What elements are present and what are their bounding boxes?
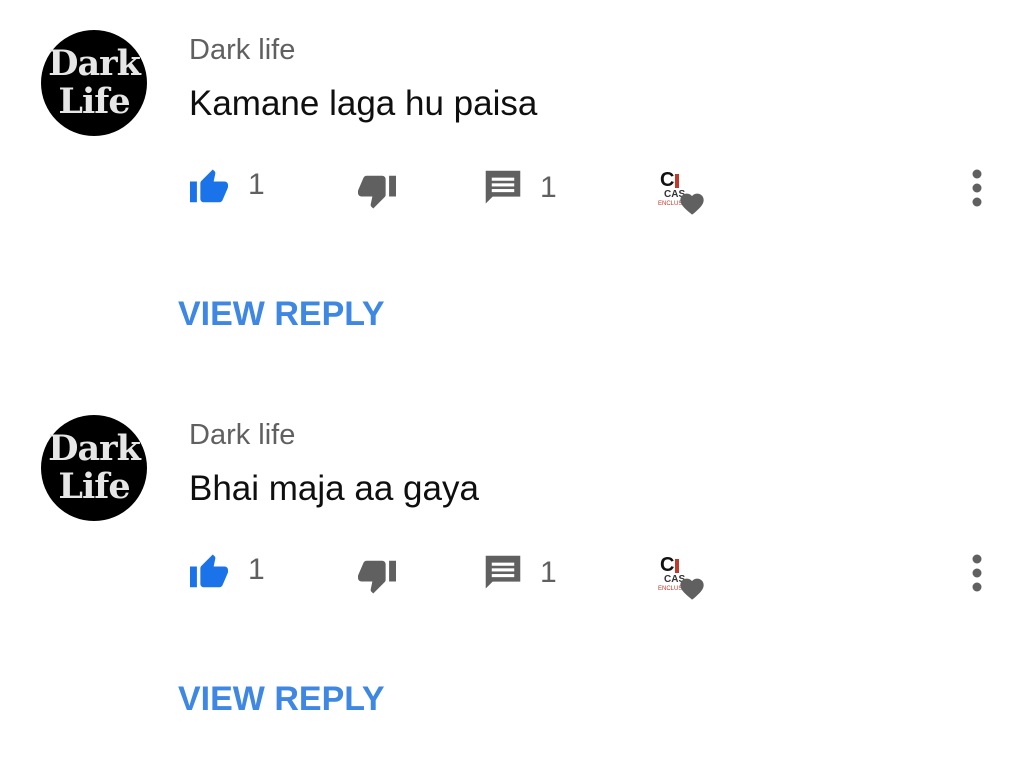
comment-author[interactable]: Dark life [189, 419, 295, 452]
avatar-text-line2: Life [58, 81, 130, 122]
reply-count: 1 [540, 556, 557, 589]
like-button[interactable]: 1 [188, 551, 265, 589]
avatar[interactable]: Dark Life [41, 30, 147, 136]
creator-heart-badge: C CAS ENCLUSIN [656, 555, 708, 603]
comment-author[interactable]: Dark life [189, 34, 295, 67]
like-count: 1 [248, 553, 265, 586]
like-button[interactable]: 1 [188, 166, 265, 204]
reply-button[interactable]: 1 [484, 553, 557, 593]
creator-pin-icon [675, 174, 679, 188]
thumbs-down-icon [358, 175, 396, 209]
creator-heart-badge: C CAS ENCLUSIN [656, 170, 708, 218]
comment-icon [485, 555, 521, 589]
creator-heart-icon [680, 578, 704, 600]
more-vert-icon [972, 169, 982, 207]
avatar-text-line1: Dark [48, 428, 141, 469]
view-reply-button[interactable]: VIEW REPLY [178, 680, 385, 719]
dislike-button[interactable] [356, 174, 398, 212]
creator-badge-letter: C [660, 554, 675, 576]
avatar-text-line1: Dark [48, 43, 141, 84]
dislike-button[interactable] [356, 559, 398, 597]
like-count: 1 [248, 168, 265, 201]
avatar-text-line2: Life [58, 466, 130, 507]
comment-icon [485, 170, 521, 204]
comment-item: Dark Life Dark life Kamane laga hu paisa… [0, 0, 1024, 380]
more-options-button[interactable] [962, 553, 992, 593]
creator-pin-icon [675, 559, 679, 573]
comment-item: Dark Life Dark life Bhai maja aa gaya 1 … [0, 385, 1024, 765]
more-options-button[interactable] [962, 168, 992, 208]
thumbs-up-icon [190, 554, 228, 588]
view-reply-button[interactable]: VIEW REPLY [178, 295, 385, 334]
thumbs-down-icon [358, 560, 396, 594]
creator-badge-letter: C [660, 169, 675, 191]
comment-text: Bhai maja aa gaya [189, 469, 479, 508]
reply-button[interactable]: 1 [484, 168, 557, 208]
avatar[interactable]: Dark Life [41, 415, 147, 521]
more-vert-icon [972, 554, 982, 592]
reply-count: 1 [540, 171, 557, 204]
thumbs-up-icon [190, 169, 228, 203]
creator-heart-icon [680, 193, 704, 215]
comment-text: Kamane laga hu paisa [189, 84, 538, 123]
